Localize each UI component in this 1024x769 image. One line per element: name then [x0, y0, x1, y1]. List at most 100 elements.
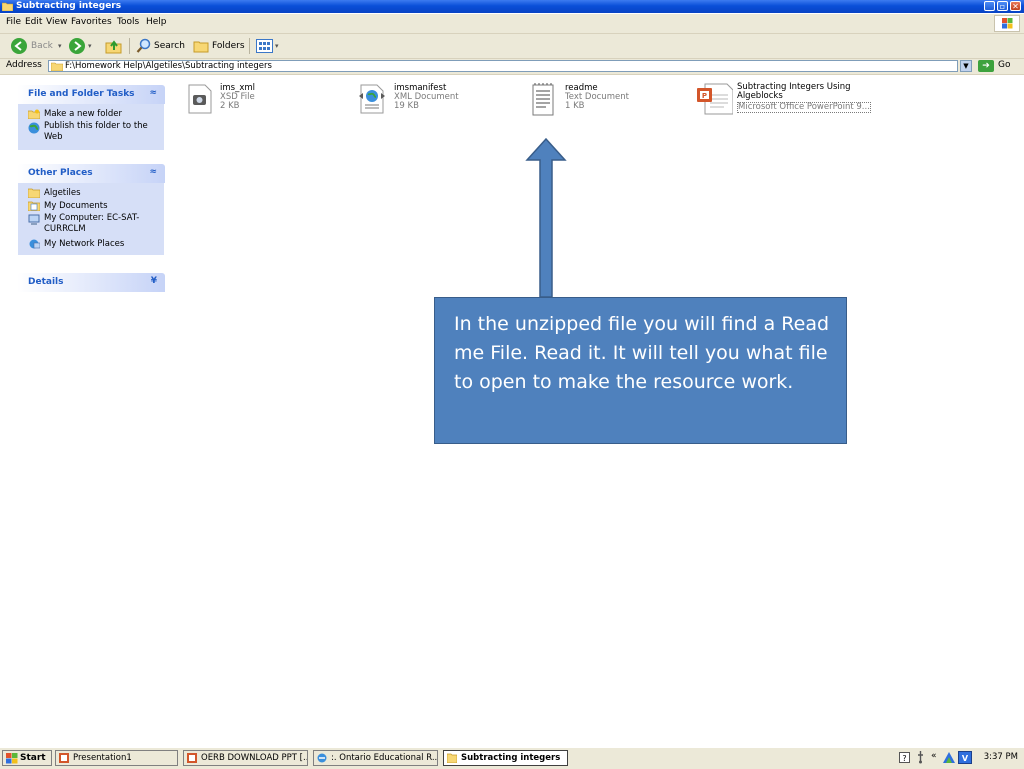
make-new-folder-link[interactable]: Make a new folder — [18, 108, 164, 121]
up-arrow-annotation — [525, 138, 567, 298]
file-size: 1 KB — [565, 101, 585, 111]
callout-text: In the unzipped file you will find a Rea… — [454, 313, 830, 393]
tasks-panel-title: File and Folder Tasks — [28, 89, 135, 99]
place-my-documents-label: My Documents — [44, 201, 108, 211]
places-panel-title: Other Places — [28, 168, 93, 178]
new-folder-icon — [28, 109, 40, 119]
back-dropdown-icon[interactable]: ▾ — [58, 38, 62, 54]
tray-expand-icon[interactable]: « — [931, 751, 937, 761]
place-my-network-places-label: My Network Places — [44, 239, 125, 249]
back-button[interactable]: Back — [31, 38, 53, 54]
powerpoint-icon: P — [697, 83, 733, 115]
menu-edit[interactable]: Edit — [25, 17, 42, 27]
globe-icon — [28, 122, 40, 134]
place-algetiles[interactable]: Algetiles — [18, 187, 164, 200]
toolbar: Back ▾ ▾ Search Folders ▾ — [0, 34, 1024, 59]
usb-icon[interactable] — [916, 751, 925, 764]
details-panel-title: Details — [28, 277, 64, 287]
menu-tools[interactable]: Tools — [117, 17, 139, 27]
menu-file[interactable]: File — [6, 17, 21, 27]
back-arrow-icon[interactable] — [11, 38, 27, 54]
network-places-icon — [29, 239, 40, 249]
system-tray: ? « V 3:37 PM — [893, 750, 1022, 766]
menu-favorites[interactable]: Favorites — [71, 17, 112, 27]
collapse-chevron-icon[interactable]: ≈ — [149, 167, 157, 177]
task-oerb-download[interactable]: OERB DOWNLOAD PPT [... — [183, 750, 308, 766]
folder-icon — [28, 188, 40, 198]
publish-folder-link[interactable]: Publish this folder to the Web — [18, 121, 164, 146]
task-ontario-educational[interactable]: :. Ontario Educational R... — [313, 750, 438, 766]
xsd-file-icon — [188, 84, 212, 114]
file-type: Microsoft Office PowerPoint 9... — [737, 102, 871, 113]
file-item-subtracting-integers-ppt[interactable]: P Subtracting Integers Using Algeblocks … — [697, 82, 872, 122]
task-label: OERB DOWNLOAD PPT [... — [201, 753, 308, 763]
place-algetiles-label: Algetiles — [44, 188, 81, 198]
taskbar: Start Presentation1 OERB DOWNLOAD PPT [.… — [0, 747, 1024, 769]
minimize-button[interactable]: _ — [984, 1, 995, 11]
svg-text:?: ? — [902, 754, 906, 763]
task-subtracting-integers[interactable]: Subtracting integers — [443, 750, 568, 766]
title-bar[interactable]: Subtracting integers _ ▫ ✕ — [0, 0, 1024, 13]
window-title: Subtracting integers — [16, 1, 122, 11]
forward-arrow-icon[interactable] — [69, 38, 85, 54]
folder-icon — [447, 753, 457, 763]
folders-icon[interactable] — [193, 38, 209, 54]
folders-button[interactable]: Folders — [212, 38, 245, 54]
address-dropdown-icon[interactable]: ▼ — [960, 60, 972, 72]
address-bar: Address F:\Homework Help\Algetiles\Subtr… — [0, 59, 1024, 75]
maximize-button[interactable]: ▫ — [997, 1, 1008, 11]
menu-help[interactable]: Help — [146, 17, 167, 27]
search-button[interactable]: Search — [154, 38, 185, 54]
task-label: :. Ontario Educational R... — [331, 753, 438, 763]
file-item-readme[interactable]: readme Text Document 1 KB — [527, 82, 677, 122]
internet-explorer-icon — [317, 753, 327, 763]
task-label: Subtracting integers — [461, 753, 561, 763]
views-icon[interactable] — [256, 38, 273, 54]
publish-folder-label: Publish this folder to the Web — [44, 121, 148, 142]
powerpoint-icon — [187, 753, 197, 763]
forward-dropdown-icon[interactable]: ▾ — [88, 38, 92, 54]
places-panel-header[interactable]: Other Places ≈ — [17, 164, 165, 183]
address-label: Address — [6, 60, 42, 70]
file-item-ims-xml[interactable]: ims_xml XSD File 2 KB — [182, 82, 342, 122]
search-icon[interactable] — [136, 38, 152, 54]
folder-icon — [2, 2, 13, 11]
instruction-callout: In the unzipped file you will find a Rea… — [434, 297, 847, 444]
text-document-icon — [532, 83, 554, 116]
details-panel-header[interactable]: Details ¥ — [17, 273, 165, 292]
menu-view[interactable]: View — [46, 17, 67, 27]
start-button[interactable]: Start — [2, 750, 52, 766]
file-name: Subtracting Integers Using Algeblocks — [737, 82, 851, 101]
details-panel: Details ¥ — [17, 273, 165, 292]
go-button[interactable]: Go — [998, 60, 1010, 70]
make-new-folder-label: Make a new folder — [44, 109, 122, 119]
help-icon[interactable]: ? — [899, 752, 910, 763]
tasks-panel-header[interactable]: File and Folder Tasks ≈ — [17, 85, 165, 104]
network-status-icon[interactable] — [942, 751, 956, 764]
xml-document-icon — [359, 84, 385, 114]
place-my-network-places[interactable]: My Network Places — [18, 238, 164, 251]
menu-bar: File Edit View Favorites Tools Help — [0, 14, 1024, 34]
powerpoint-icon — [59, 753, 69, 763]
start-label: Start — [20, 753, 46, 763]
folder-icon — [51, 62, 63, 71]
svg-text:V: V — [962, 754, 969, 763]
file-size: 19 KB — [394, 101, 419, 111]
place-my-documents[interactable]: My Documents — [18, 200, 164, 213]
views-dropdown-icon[interactable]: ▾ — [275, 38, 279, 54]
task-label: Presentation1 — [73, 753, 132, 763]
place-my-computer[interactable]: My Computer: EC-SAT-CURRCLM — [18, 213, 164, 238]
windows-logo-icon — [994, 15, 1020, 32]
my-computer-icon — [28, 214, 40, 225]
close-button[interactable]: ✕ — [1010, 1, 1021, 11]
my-documents-icon — [28, 201, 40, 211]
collapse-chevron-icon[interactable]: ≈ — [149, 88, 157, 98]
windows-flag-icon — [6, 753, 18, 764]
file-item-imsmanifest[interactable]: imsmanifest XML Document 19 KB — [354, 82, 514, 122]
up-folder-icon[interactable] — [105, 38, 123, 54]
go-arrow-icon[interactable]: ➔ — [978, 60, 994, 72]
expand-chevron-icon[interactable]: ¥ — [151, 276, 157, 286]
antivirus-icon[interactable]: V — [958, 751, 972, 764]
task-presentation1[interactable]: Presentation1 — [55, 750, 178, 766]
address-input[interactable]: F:\Homework Help\Algetiles\Subtracting i… — [48, 60, 958, 72]
